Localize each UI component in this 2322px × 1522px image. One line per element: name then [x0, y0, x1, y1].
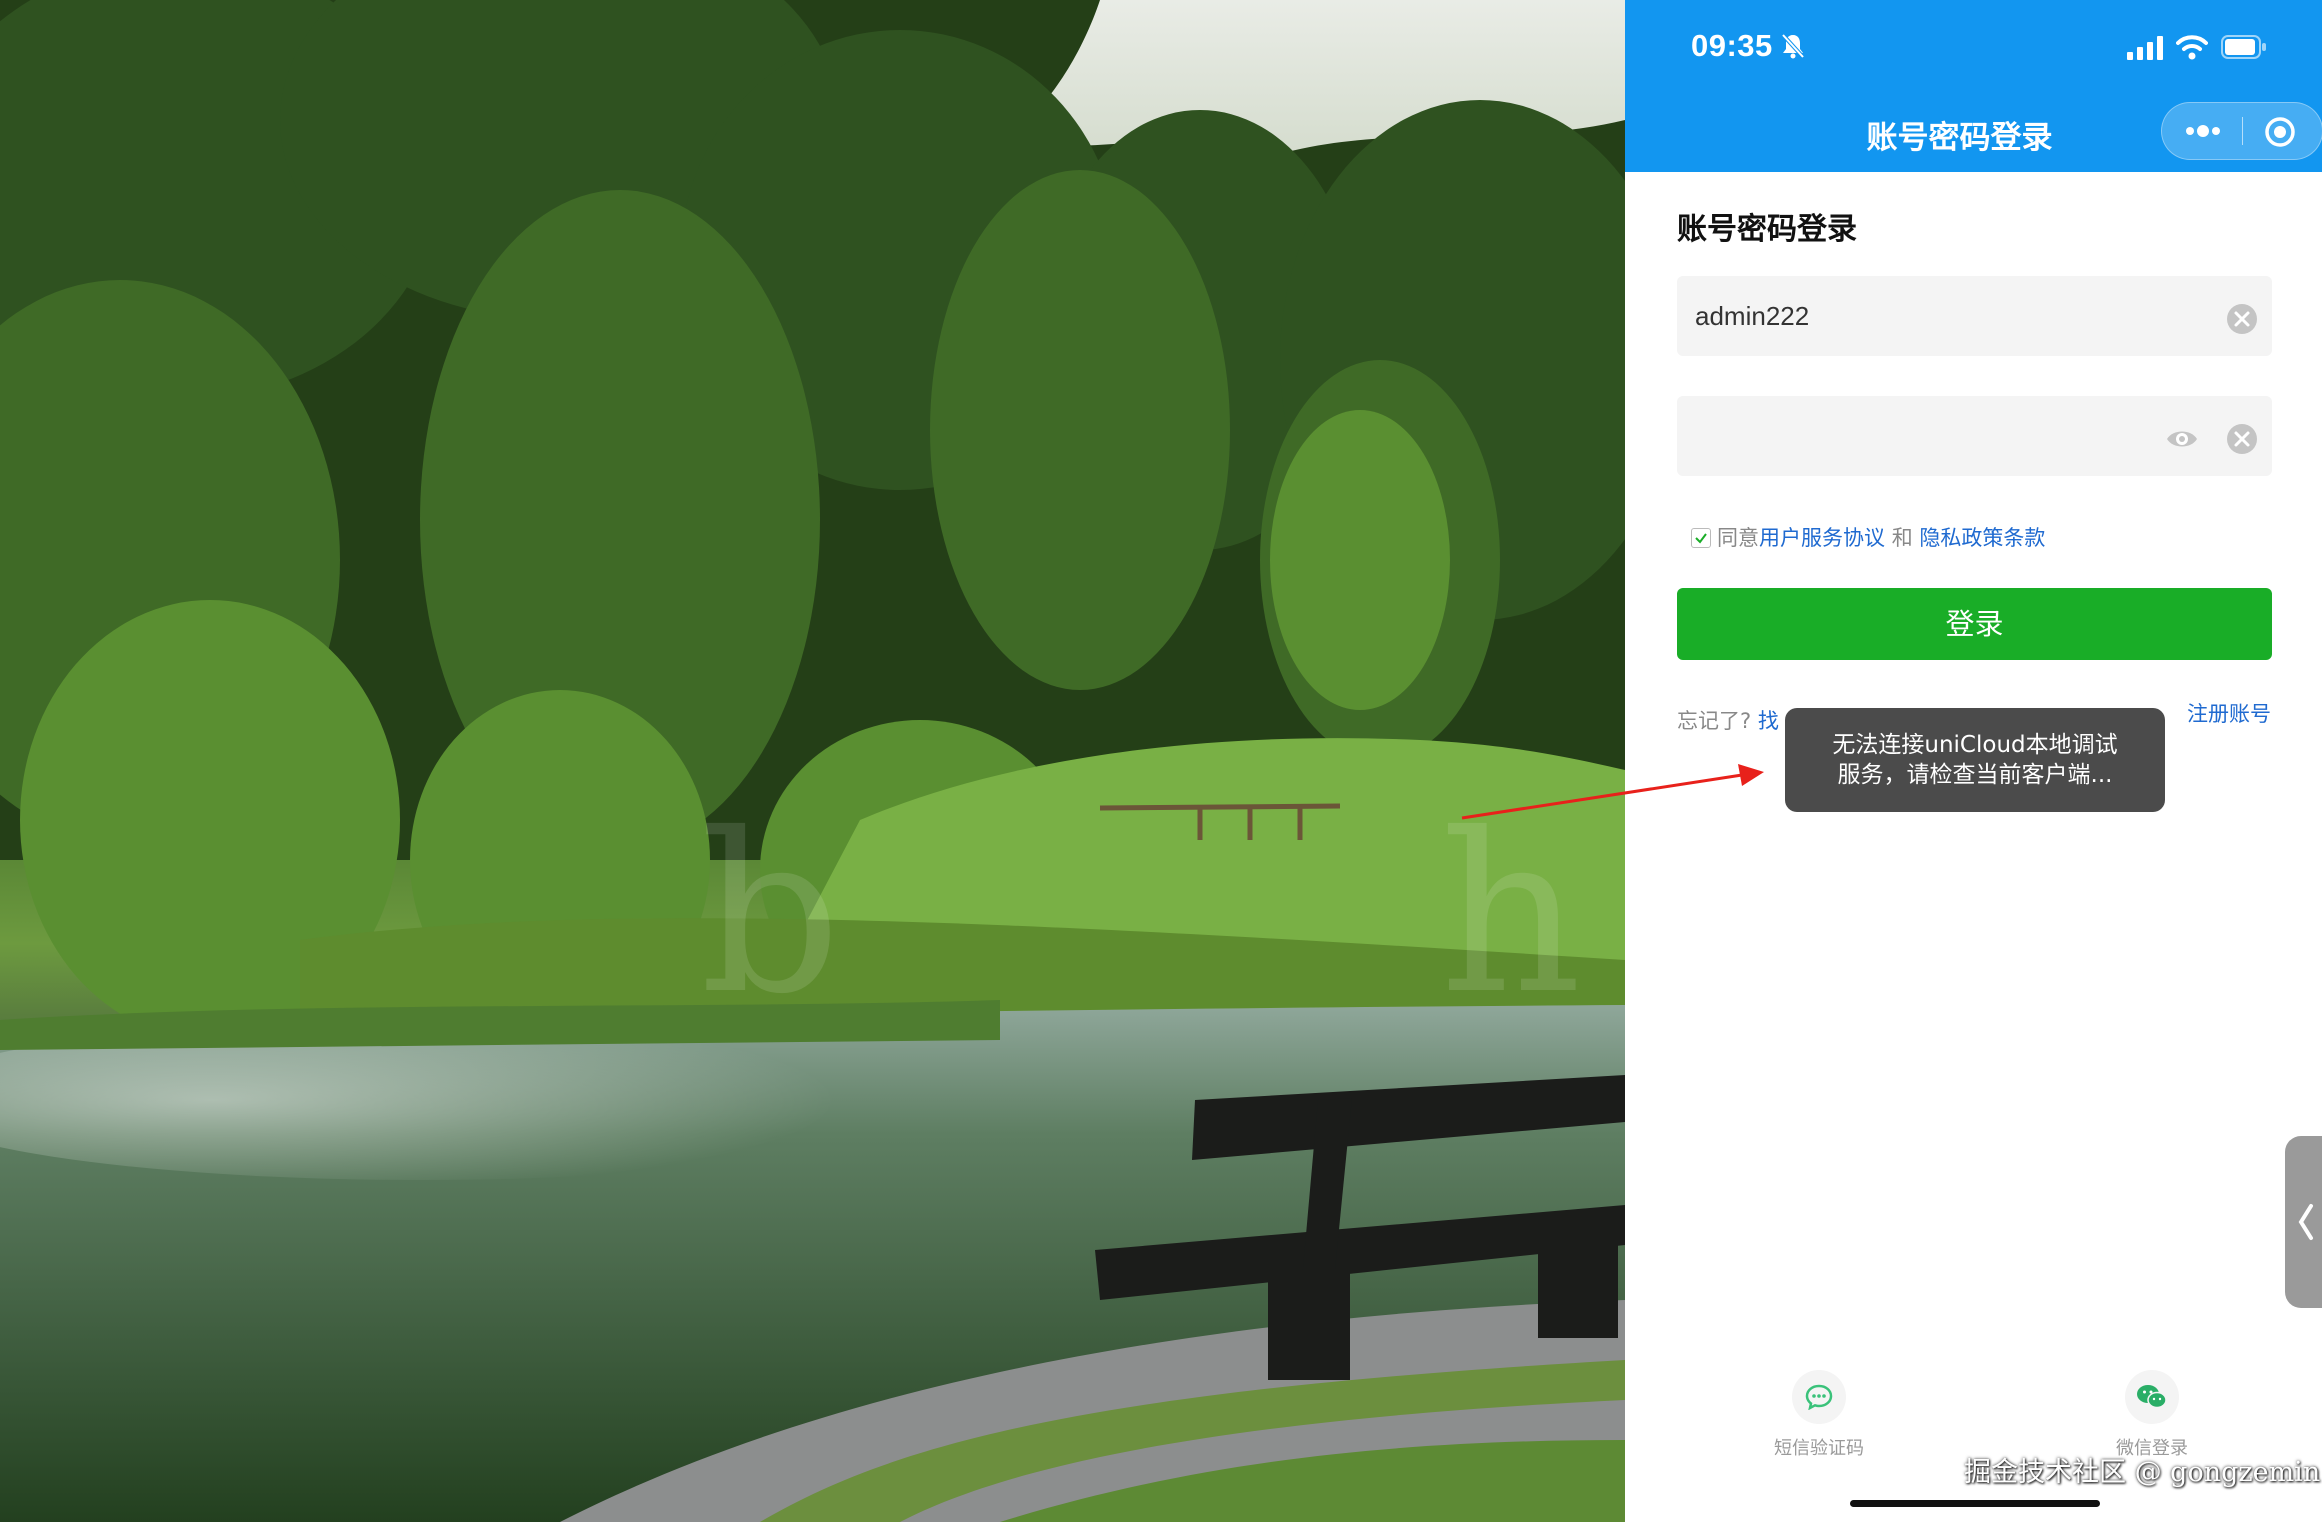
forgot-password-link[interactable]: 找: [1758, 709, 1779, 733]
clear-icon[interactable]: [2226, 303, 2258, 339]
phone-screen: 09:35 账号密码登录 账号密码登录 admin222 同意用户服务协议 和 …: [1625, 0, 2322, 1522]
wifi-icon: [2176, 34, 2208, 64]
chevron-left-icon: [2295, 1202, 2315, 1246]
mute-bell-icon: [1781, 33, 1805, 63]
error-toast: 无法连接uniCloud本地调试 服务，请检查当前客户端...: [1785, 708, 2165, 812]
agreement-row: 同意用户服务协议 和 隐私政策条款: [1691, 522, 2045, 552]
sms-login-label: 短信验证码: [1774, 1438, 1864, 1459]
home-indicator: [1850, 1500, 2100, 1507]
background-landscape-photo: b h: [0, 0, 1625, 1522]
terms-link[interactable]: 用户服务协议: [1759, 526, 1885, 550]
status-bar: 09:35: [1625, 0, 2322, 72]
clear-icon[interactable]: [2226, 423, 2258, 459]
show-password-eye-icon[interactable]: [2165, 423, 2199, 459]
agreement-joiner: 和: [1891, 526, 1913, 550]
battery-icon: [2221, 35, 2267, 63]
side-drawer-tab[interactable]: [2285, 1136, 2322, 1308]
status-time: 09:35: [1691, 28, 1773, 63]
toast-line-2: 服务，请检查当前客户端...: [1837, 762, 2113, 788]
password-field[interactable]: [1677, 396, 2272, 476]
mini-program-capsule: [2161, 102, 2322, 160]
svg-text:h: h: [1440, 786, 1582, 1042]
username-value: admin222: [1695, 301, 1810, 331]
forgot-prefix: 忘记了?: [1677, 709, 1752, 733]
toast-line-1: 无法连接uniCloud本地调试: [1832, 732, 2118, 758]
wechat-login-option[interactable]: 微信登录: [2092, 1370, 2212, 1460]
more-dots-icon[interactable]: [2184, 119, 2222, 147]
username-field[interactable]: admin222: [1677, 276, 2272, 356]
signal-icon: [2127, 36, 2165, 64]
target-icon[interactable]: [2263, 115, 2297, 153]
capsule-divider: [2242, 117, 2243, 145]
form-heading: 账号密码登录: [1677, 212, 1857, 247]
privacy-link[interactable]: 隐私政策条款: [1919, 526, 2045, 550]
forgot-password-row: 忘记了? 找: [1677, 705, 1779, 735]
sms-login-option[interactable]: 短信验证码: [1759, 1370, 1879, 1460]
login-button[interactable]: 登录: [1677, 588, 2272, 660]
screenshot-stage: b h 09:35 账号密码登录 账号密码登录 admin222 同意用户服务协…: [0, 0, 2322, 1522]
svg-text:b: b: [700, 786, 841, 1042]
agreement-prefix: 同意: [1717, 526, 1759, 550]
register-link[interactable]: 注册账号: [2187, 698, 2271, 728]
sms-icon: [1805, 1384, 1833, 1410]
wechat-icon: [2137, 1385, 2167, 1409]
navigation-bar: 账号密码登录: [1625, 72, 2322, 172]
agreement-checkbox[interactable]: [1691, 528, 1711, 548]
site-watermark: 掘金技术社区 @ gongzemin: [1964, 1457, 2321, 1488]
landscape-illustration: b h: [0, 0, 1625, 1522]
